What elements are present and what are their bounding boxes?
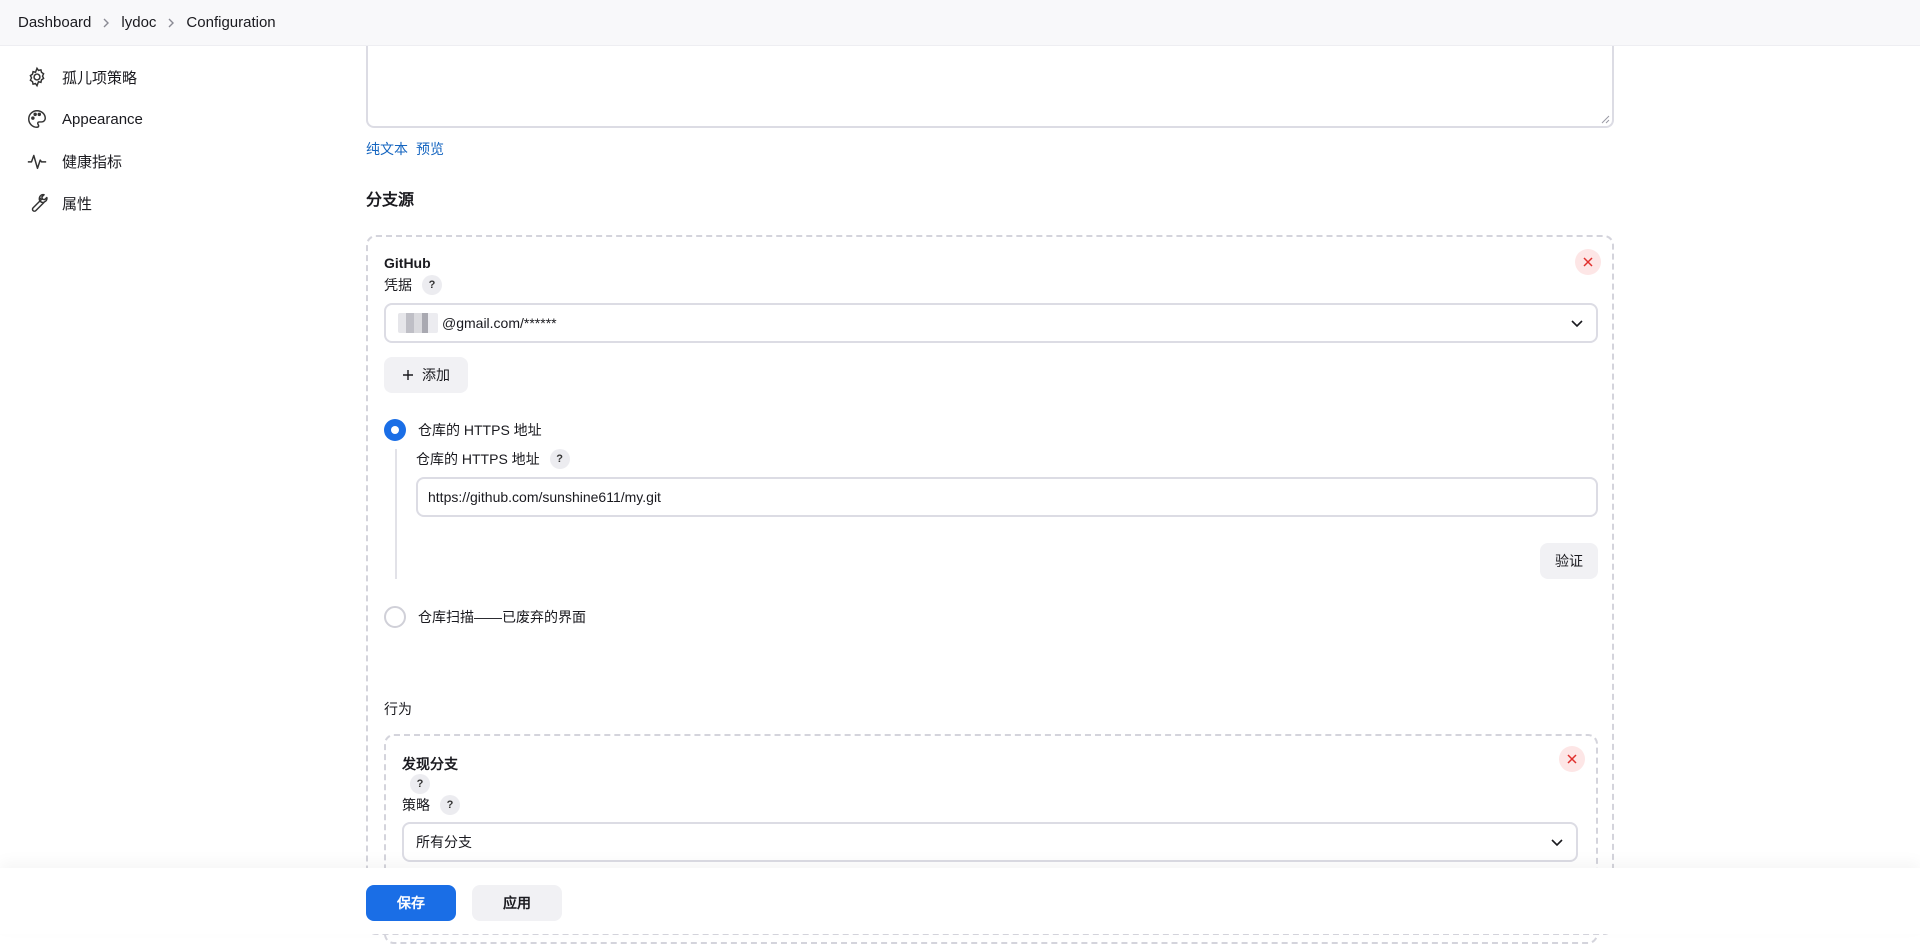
preview-link[interactable]: 预览	[416, 139, 444, 159]
validate-button[interactable]: 验证	[1540, 543, 1598, 579]
radio-unselected-icon[interactable]	[384, 606, 406, 628]
chevron-right-icon	[156, 17, 186, 29]
radio-https-url[interactable]: 仓库的 HTTPS 地址	[384, 419, 542, 441]
sidebar-item-properties[interactable]: 属性	[26, 182, 326, 224]
strategy-value: 所有分支	[416, 834, 472, 850]
pulse-icon	[26, 150, 48, 172]
sidebar-item-label: Appearance	[62, 110, 143, 128]
gear-icon	[26, 66, 48, 88]
close-icon	[1583, 257, 1593, 267]
https-url-input[interactable]	[416, 477, 1598, 517]
plus-icon	[403, 370, 413, 380]
github-source-card: GitHub 凭据 ? @gmail.com/****** 添加 仓库的 HTT…	[366, 235, 1614, 944]
palette-icon	[26, 108, 48, 130]
credentials-select[interactable]: @gmail.com/******	[384, 303, 1598, 343]
breadcrumb-dashboard[interactable]: Dashboard	[18, 14, 91, 31]
breadcrumb-configuration[interactable]: Configuration	[186, 14, 275, 31]
chevron-down-icon	[1551, 839, 1563, 847]
help-icon[interactable]: ?	[549, 449, 570, 469]
remove-source-button[interactable]	[1575, 249, 1601, 275]
bottom-action-bar: 保存 应用	[0, 868, 1920, 934]
breadcrumb-lydoc[interactable]: lydoc	[121, 14, 156, 31]
close-icon	[1567, 754, 1577, 764]
sidebar-item-appearance[interactable]: Appearance	[26, 98, 326, 140]
behaviors-label: 行为	[384, 701, 412, 717]
remove-behavior-button[interactable]	[1559, 746, 1585, 772]
description-format-links: 纯文本 预览	[366, 139, 444, 159]
help-icon[interactable]: ?	[410, 774, 430, 794]
radio-repository-scan[interactable]: 仓库扫描——已废弃的界面	[384, 606, 586, 628]
help-icon[interactable]: ?	[422, 275, 442, 295]
save-button[interactable]: 保存	[366, 885, 456, 921]
plain-text-link[interactable]: 纯文本	[366, 139, 408, 159]
strategy-label: 策略 ?	[402, 795, 460, 815]
help-icon[interactable]: ?	[440, 795, 460, 815]
strategy-select[interactable]: 所有分支	[402, 822, 1578, 862]
sidebar-item-label: 孤儿项策略	[62, 69, 138, 87]
sidebar-item-label: 健康指标	[62, 153, 123, 171]
description-textarea[interactable]	[366, 40, 1614, 128]
apply-button[interactable]: 应用	[472, 885, 562, 921]
sidebar-item-health-metrics[interactable]: 健康指标	[26, 140, 326, 182]
sidebar: 孤儿项策略 Appearance 健康指标 属性	[26, 56, 326, 224]
resize-handle-icon[interactable]	[1600, 114, 1610, 124]
discover-branches-title: 发现分支	[402, 756, 458, 772]
section-title-branch-sources: 分支源	[366, 192, 415, 209]
credentials-label: 凭据 ?	[384, 275, 442, 295]
chevron-down-icon	[1571, 320, 1583, 328]
breadcrumb: Dashboard lydoc Configuration	[0, 0, 1920, 46]
credentials-value: @gmail.com/******	[442, 315, 557, 331]
nested-indicator-line	[395, 449, 397, 579]
radio-selected-icon[interactable]	[384, 419, 406, 441]
sidebar-item-label: 属性	[62, 195, 93, 213]
chevron-right-icon	[91, 17, 121, 29]
github-title: GitHub	[384, 255, 431, 271]
https-url-label: 仓库的 HTTPS 地址 ?	[416, 449, 570, 469]
sidebar-item-orphan-strategy[interactable]: 孤儿项策略	[26, 56, 326, 98]
wrench-icon	[26, 192, 48, 214]
add-credentials-button[interactable]: 添加	[384, 357, 468, 393]
blurred-username	[398, 313, 438, 333]
